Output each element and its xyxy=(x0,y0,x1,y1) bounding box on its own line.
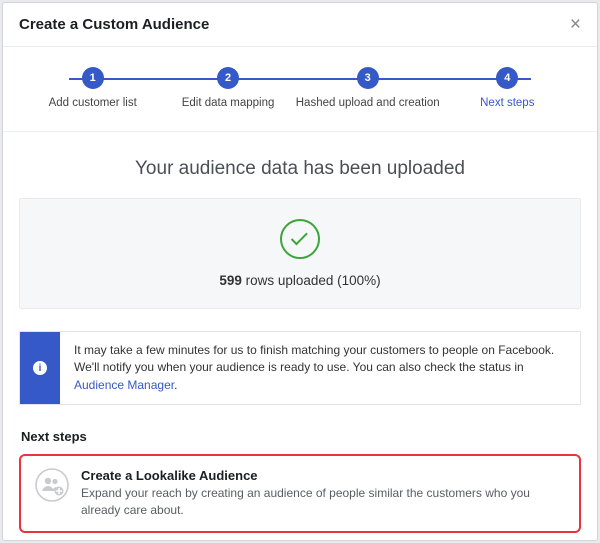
upload-rows-text: rows uploaded (100%) xyxy=(242,273,381,288)
step-circle: 2 xyxy=(217,67,239,89)
upload-stat: 599 rows uploaded (100%) xyxy=(40,273,560,288)
modal-header: Create a Custom Audience × xyxy=(3,3,597,47)
custom-audience-modal: Create a Custom Audience × 1 Add custome… xyxy=(2,2,598,541)
step-circle: 1 xyxy=(82,67,104,89)
step-label: Edit data mapping xyxy=(182,97,275,109)
audience-manager-link[interactable]: Audience Manager xyxy=(74,378,174,392)
info-text: It may take a few minutes for us to fini… xyxy=(60,332,580,404)
step-label: Next steps xyxy=(480,97,534,109)
close-icon[interactable]: × xyxy=(570,15,581,34)
lookalike-audience-card[interactable]: Create a Lookalike Audience Expand your … xyxy=(19,454,581,533)
checkmark-icon xyxy=(280,219,320,259)
card-title: Create a Lookalike Audience xyxy=(81,468,565,483)
upload-heading: Your audience data has been uploaded xyxy=(19,158,581,180)
step-label: Hashed upload and creation xyxy=(296,97,440,109)
info-banner: i It may take a few minutes for us to fi… xyxy=(19,331,581,405)
next-steps-heading: Next steps xyxy=(21,429,581,444)
divider xyxy=(3,131,597,132)
modal-title: Create a Custom Audience xyxy=(19,16,209,33)
step-3: 3 Hashed upload and creation xyxy=(296,67,440,109)
upload-status-box: 599 rows uploaded (100%) xyxy=(19,198,581,309)
step-4: 4 Next steps xyxy=(440,67,575,109)
step-2: 2 Edit data mapping xyxy=(160,67,295,109)
people-plus-icon xyxy=(35,468,69,502)
upload-count: 599 xyxy=(219,273,242,288)
step-1: 1 Add customer list xyxy=(25,67,160,109)
card-desc: Expand your reach by creating an audienc… xyxy=(81,485,565,519)
modal-body: 1 Add customer list 2 Edit data mapping … xyxy=(3,47,597,540)
stepper: 1 Add customer list 2 Edit data mapping … xyxy=(19,47,581,119)
step-circle: 3 xyxy=(357,67,379,89)
info-icon: i xyxy=(33,361,47,375)
step-label: Add customer list xyxy=(49,97,137,109)
step-circle: 4 xyxy=(496,67,518,89)
info-body: It may take a few minutes for us to fini… xyxy=(74,343,554,374)
info-icon-box: i xyxy=(20,332,60,404)
